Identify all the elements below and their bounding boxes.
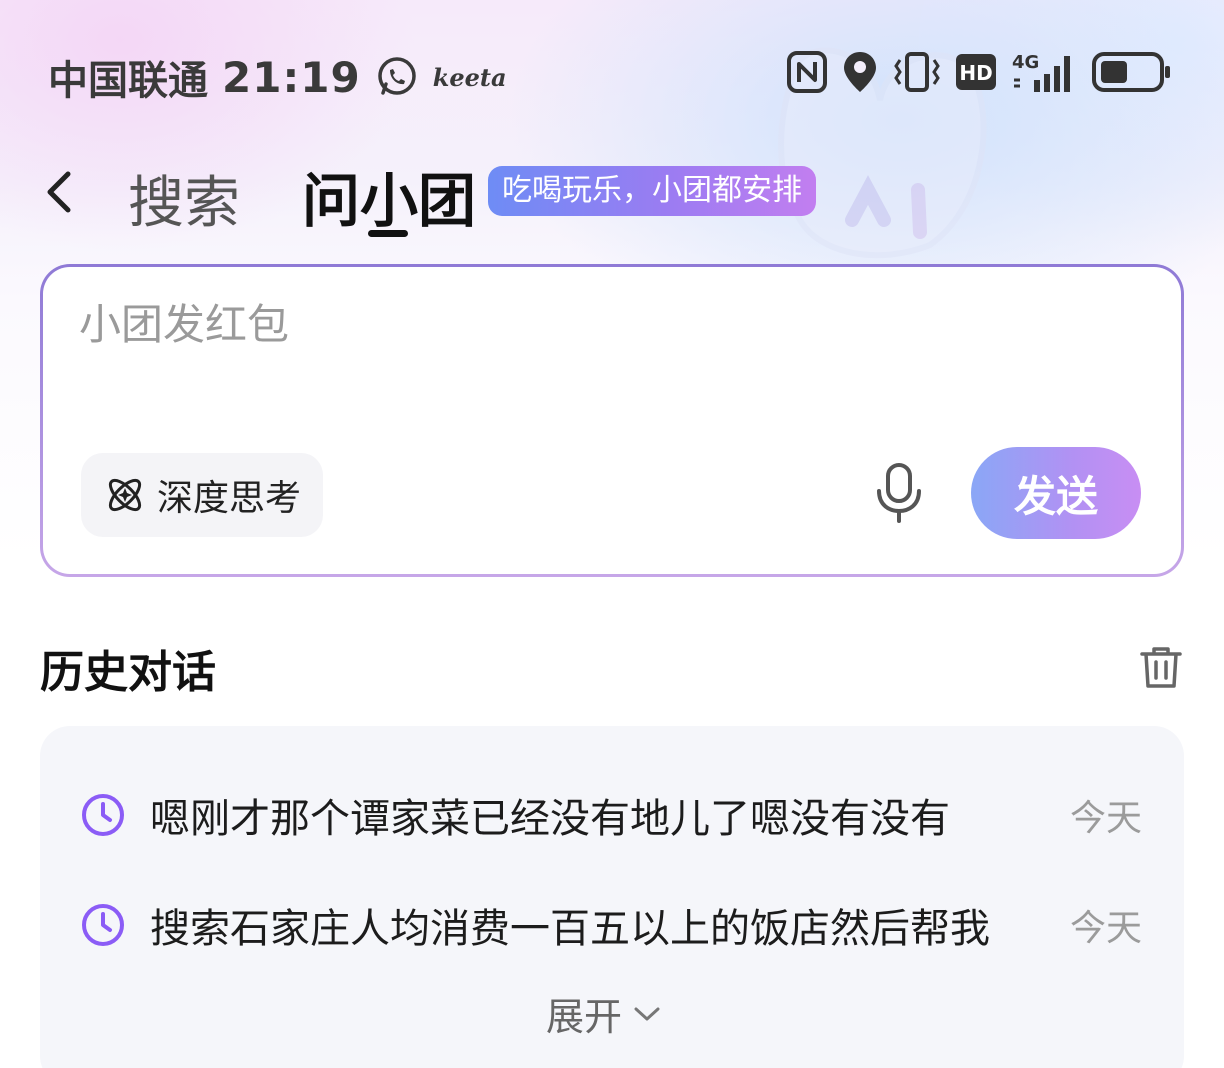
history-item-text: 搜索石家庄人均消费一百五以上的饭店然后帮我: [150, 906, 990, 952]
atom-icon: [108, 478, 142, 512]
hd-icon: HD: [956, 54, 996, 90]
chevron-down-icon: [634, 1007, 660, 1020]
keeta-app-label: keeta: [432, 62, 507, 92]
hd-label: HD: [959, 61, 992, 85]
battery-icon: [1092, 52, 1170, 92]
history-item-date: 今天: [1070, 798, 1143, 839]
signal-icon: 4G: [1012, 52, 1070, 92]
mic-icon[interactable]: [871, 461, 927, 525]
nfc-icon: [787, 51, 827, 93]
chat-input[interactable]: [79, 289, 1139, 359]
history-item-text: 嗯刚才那个谭家菜已经没有地儿了嗯没有没有: [150, 796, 950, 842]
carrier-name: 中国联通: [48, 58, 208, 104]
history-title: 历史对话: [40, 647, 216, 698]
chat-input-card: 深度思考 发送: [40, 264, 1184, 577]
history-item[interactable]: 嗯刚才那个谭家菜已经没有地儿了嗯没有没有 今天: [80, 780, 1150, 850]
status-time: 21:19: [222, 52, 361, 102]
back-icon[interactable]: [36, 164, 84, 220]
history-item[interactable]: 搜索石家庄人均消费一百五以上的饭店然后帮我 今天: [80, 890, 1150, 960]
deep-think-toggle[interactable]: 深度思考: [81, 453, 324, 537]
network-type-label: 4G: [1012, 52, 1039, 73]
status-right: HD 4G: [786, 50, 1172, 94]
send-button[interactable]: 发送: [971, 447, 1141, 539]
status-left: 中国联通 21:19 keeta: [48, 48, 507, 106]
deep-think-label: 深度思考: [157, 478, 302, 519]
history-card: 嗯刚才那个谭家菜已经没有地儿了嗯没有没有 今天 搜索石家庄人均消费一百五以上的饭…: [40, 726, 1184, 1068]
expand-button[interactable]: 展开: [546, 986, 662, 1041]
header: 搜索 问小团 吃喝玩乐，小团都安排: [0, 150, 1224, 240]
vibrate-icon: [894, 52, 940, 92]
status-bar: 中国联通 21:19 keeta HD 4G: [0, 40, 1224, 104]
tab-ask-xiaotuan[interactable]: 问小团: [302, 154, 476, 238]
tagline-badge: 吃喝玩乐，小团都安排: [488, 166, 816, 216]
whatsapp-icon: [377, 57, 416, 95]
clock-icon: [82, 904, 124, 946]
history-item-date: 今天: [1070, 908, 1143, 949]
location-icon: [844, 52, 876, 92]
tab-search[interactable]: 搜索: [128, 158, 240, 239]
clock-icon: [82, 794, 124, 836]
expand-label: 展开: [546, 995, 623, 1039]
active-tab-indicator: [368, 230, 408, 237]
trash-icon[interactable]: [1138, 644, 1184, 690]
